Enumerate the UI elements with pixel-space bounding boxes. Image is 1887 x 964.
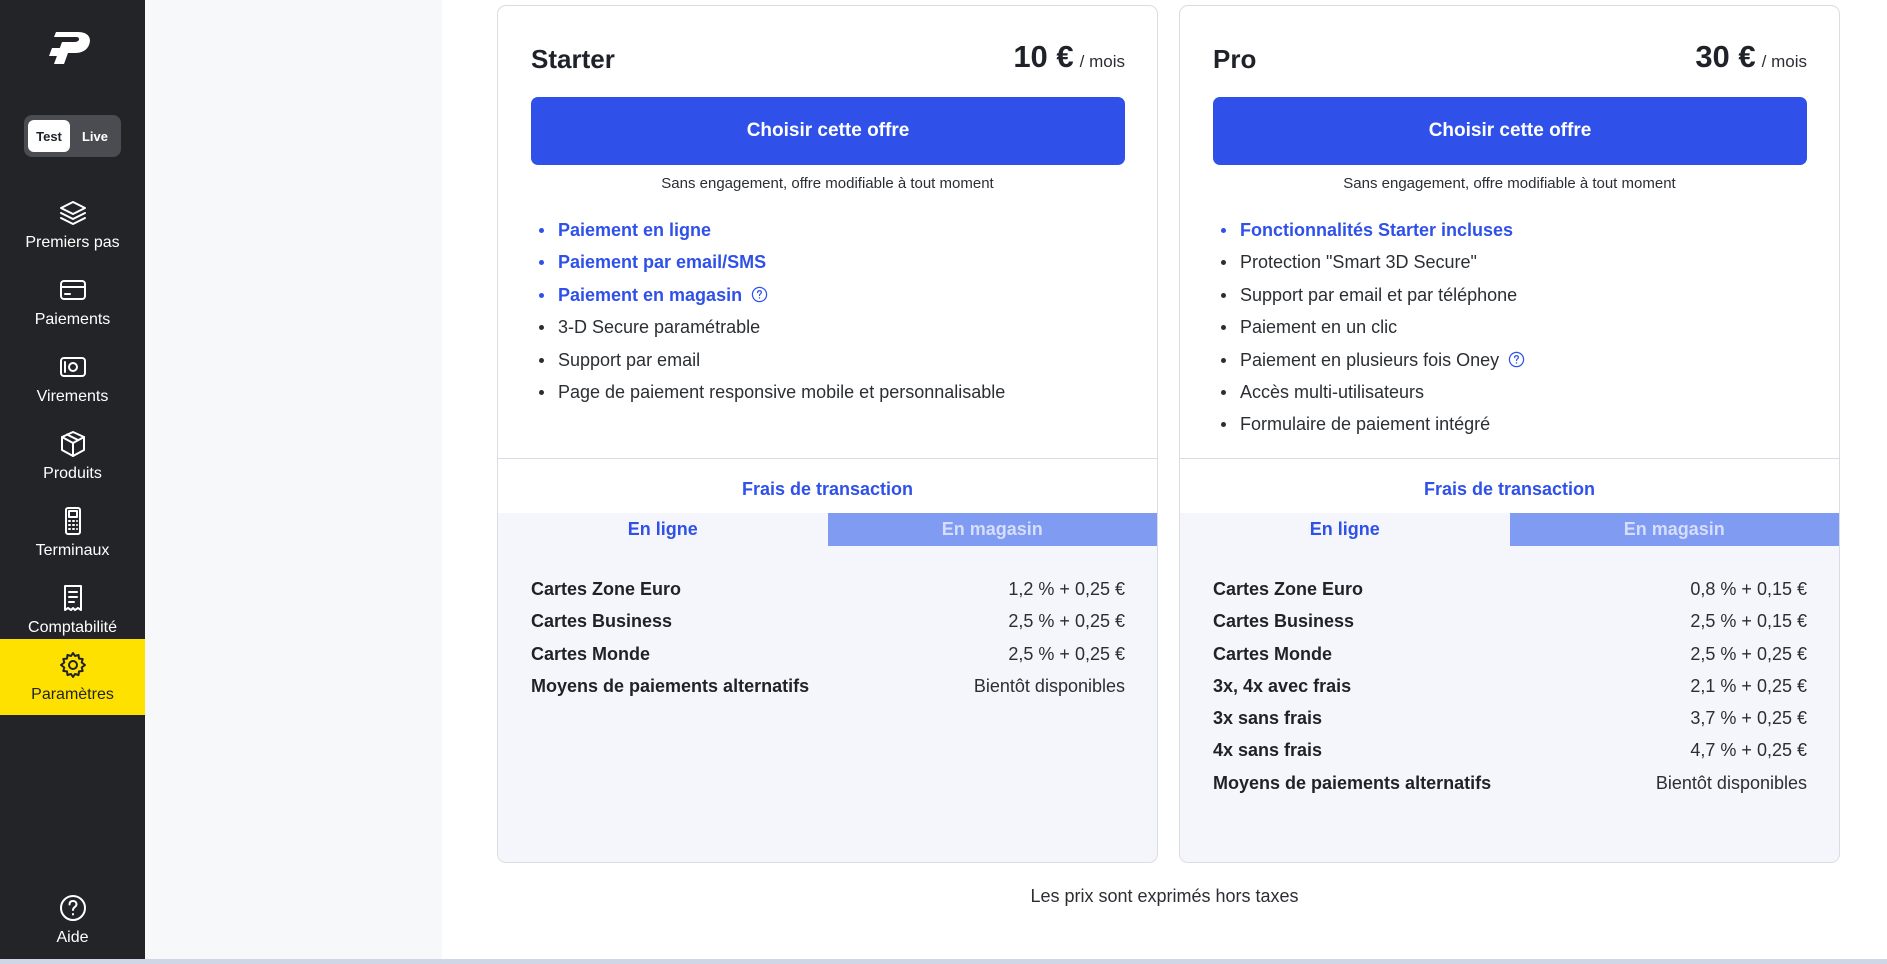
sidebar-item-comptabilite[interactable]: Comptabilité <box>0 573 145 647</box>
secondary-panel <box>145 0 442 960</box>
tab-en-magasin[interactable]: En magasin <box>1509 513 1839 546</box>
plan-price: 30 € / mois <box>1695 39 1807 75</box>
fees-tabs: En ligne En magasin <box>498 513 1157 546</box>
fees-table: Cartes Zone Euro 1,2 % + 0,25 € Cartes Bu… <box>531 573 1125 702</box>
plan-card-pro: Pro 30 € / mois Choisir cette offre Sans… <box>1179 5 1840 863</box>
fee-row: 4x sans frais 4,7 % + 0,25 € <box>1213 740 1807 761</box>
sidebar-item-label: Paiements <box>34 311 111 328</box>
mode-test-option[interactable]: Test <box>28 120 70 152</box>
choose-plan-button[interactable]: Choisir cette offre <box>531 97 1125 165</box>
help-icon[interactable] <box>751 286 768 303</box>
fee-row: Moyens de paiements alternatifs Bientôt d… <box>1213 772 1807 793</box>
price-period: / mois <box>1079 52 1125 71</box>
mode-live-option[interactable]: Live <box>74 120 116 152</box>
feature-item: Paiement en un clic <box>1213 311 1525 343</box>
sidebar-item-paiements[interactable]: Paiements <box>0 265 145 339</box>
feature-item: Fonctionnalités Starter incluses <box>1213 214 1525 246</box>
help-circle-icon <box>59 895 86 921</box>
fee-row: 3x sans frais 3,7 % + 0,25 € <box>1213 708 1807 729</box>
tab-en-ligne[interactable]: En ligne <box>1180 513 1510 546</box>
terminal-icon <box>64 507 81 535</box>
tax-footnote: Les prix sont exprimés hors taxes <box>1030 886 1299 906</box>
divider <box>1180 458 1839 459</box>
feature-item: Paiement par email/SMS <box>531 246 1005 278</box>
card-icon <box>59 280 86 300</box>
plan-name: Starter <box>531 44 615 74</box>
sidebar: Test Live Premiers pas Paiements Viremen… <box>0 0 145 960</box>
banknote-icon <box>59 357 86 377</box>
divider <box>498 458 1157 459</box>
sidebar-item-terminaux[interactable]: Terminaux <box>0 496 145 570</box>
feature-item: Support par email <box>531 344 1005 376</box>
feature-item: Protection "Smart 3D Secure" <box>1213 246 1525 278</box>
fees-title: Frais de transaction <box>741 479 914 499</box>
sidebar-item-produits[interactable]: Produits <box>0 419 145 493</box>
sidebar-item-label: Comptabilité <box>28 619 117 636</box>
sidebar-item-label: Premiers pas <box>25 234 120 251</box>
fee-row: Cartes Business 2,5 % + 0,25 € <box>531 611 1125 632</box>
sidebar-item-label: Paramètres <box>31 686 114 703</box>
feature-list: Fonctionnalités Starter incluses Protect… <box>1213 214 1525 441</box>
choose-plan-button[interactable]: Choisir cette offre <box>1213 97 1807 165</box>
feature-item: Paiement en ligne <box>531 214 1005 246</box>
sidebar-item-premiers-pas[interactable]: Premiers pas <box>0 188 145 262</box>
tab-en-ligne[interactable]: En ligne <box>498 513 828 546</box>
mode-toggle[interactable]: Test Live <box>24 115 121 157</box>
fee-row: Cartes Zone Euro 0,8 % + 0,15 € <box>1213 579 1807 599</box>
sidebar-item-label: Produits <box>43 465 102 482</box>
tab-en-magasin[interactable]: En magasin <box>827 513 1157 546</box>
fees-title: Frais de transaction <box>1423 479 1596 499</box>
price-period: / mois <box>1761 52 1807 71</box>
feature-item: Formulaire de paiement intégré <box>1213 408 1525 440</box>
scrollbar-track <box>0 959 1887 964</box>
fee-row: Cartes Monde 2,5 % + 0,25 € <box>531 643 1125 664</box>
fee-row: Moyens de paiements alternatifs Bientôt d… <box>531 675 1125 696</box>
feature-item: Accès multi-utilisateurs <box>1213 376 1525 408</box>
fee-row: Cartes Zone Euro 1,2 % + 0,25 € <box>531 579 1125 599</box>
sidebar-item-label: Terminaux <box>35 542 110 559</box>
feature-list: Paiement en ligne Paiement par email/SMS… <box>531 214 1005 408</box>
fees-tabs: En ligne En magasin <box>1180 513 1839 546</box>
box-icon <box>60 431 85 457</box>
fees-panel: En ligne En magasin Cartes Zone Euro 0,8 … <box>1180 513 1839 862</box>
fee-row: 3x, 4x avec frais 2,1 % + 0,25 € <box>1213 675 1807 696</box>
logo-icon[interactable] <box>48 28 96 68</box>
price-amount: 30 € <box>1695 39 1756 74</box>
price-amount: 10 € <box>1013 39 1074 74</box>
feature-item: Paiement en plusieurs fois Oney <box>1213 344 1525 376</box>
feature-item: 3-D Secure paramétrable <box>531 311 1005 343</box>
gear-icon <box>59 652 86 678</box>
sidebar-item-label: Aide <box>56 929 89 946</box>
fee-row: Cartes Monde 2,5 % + 0,25 € <box>1213 643 1807 664</box>
sidebar-item-aide[interactable]: Aide <box>0 883 145 957</box>
sidebar-item-label: Virements <box>36 388 109 405</box>
plan-price: 10 € / mois <box>1013 39 1125 75</box>
plan-name: Pro <box>1213 44 1257 74</box>
feature-item: Paiement en magasin <box>531 279 1005 311</box>
sidebar-item-parametres[interactable]: Paramètres <box>0 639 145 715</box>
layers-icon <box>59 201 86 225</box>
receipt-icon <box>63 585 82 611</box>
plan-card-starter: Starter 10 € / mois Choisir cette offre … <box>497 5 1158 863</box>
engagement-note: Sans engagement, offre modifiable à tout… <box>1343 175 1676 192</box>
feature-item: Page de paiement responsive mobile et pe… <box>531 376 1005 408</box>
engagement-note: Sans engagement, offre modifiable à tout… <box>661 175 994 192</box>
sidebar-item-virements[interactable]: Virements <box>0 342 145 416</box>
feature-item: Support par email et par téléphone <box>1213 279 1525 311</box>
fees-table: Cartes Zone Euro 0,8 % + 0,15 € Cartes Bu… <box>1213 573 1807 799</box>
fee-row: Cartes Business 2,5 % + 0,15 € <box>1213 611 1807 632</box>
help-icon[interactable] <box>1508 351 1525 368</box>
fees-panel: En ligne En magasin Cartes Zone Euro 1,2 … <box>498 513 1157 862</box>
